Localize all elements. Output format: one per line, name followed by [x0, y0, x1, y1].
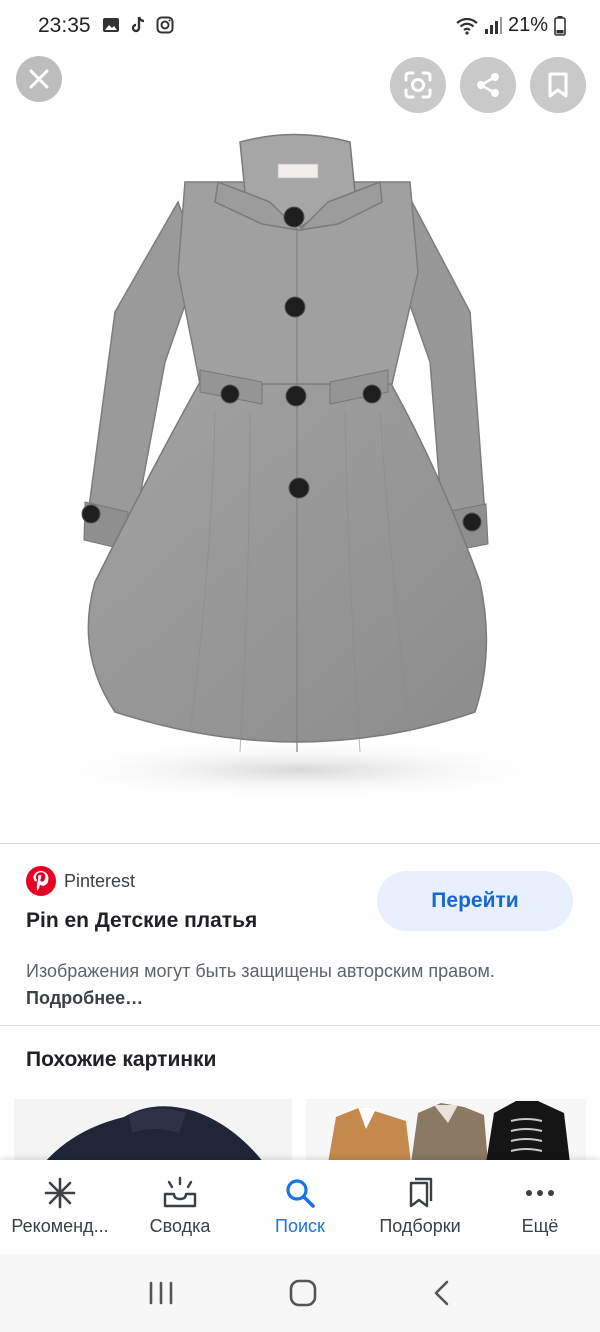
learn-more-link[interactable]: Подробнее… — [26, 988, 143, 1008]
close-icon — [29, 69, 49, 89]
status-indicators: 21% — [456, 14, 566, 37]
more-icon — [526, 1190, 554, 1196]
source-row[interactable]: Pinterest — [26, 866, 135, 896]
lens-button[interactable] — [390, 57, 446, 113]
pinterest-logo-icon — [26, 866, 56, 896]
divider — [0, 843, 600, 844]
dark-coat-image — [14, 1099, 292, 1163]
nav-item-summary[interactable]: Сводка — [120, 1160, 240, 1254]
bottom-navigation: Рекоменд... Сводка Поиск Подборки Ещё — [0, 1160, 600, 1254]
notification-icons — [102, 16, 174, 34]
status-time: 23:35 — [38, 14, 91, 37]
nav-label: Ещё — [521, 1216, 559, 1236]
nav-item-recommendations[interactable]: Рекоменд... — [0, 1160, 120, 1254]
coat-image — [30, 133, 570, 800]
gallery-icon — [103, 18, 119, 32]
nav-item-more[interactable]: Ещё — [480, 1160, 600, 1254]
close-button[interactable] — [16, 56, 62, 102]
visit-button[interactable]: Перейти — [377, 871, 573, 931]
nav-label: Поиск — [275, 1216, 325, 1236]
bookmark-icon — [548, 72, 568, 98]
battery-icon — [554, 15, 566, 36]
search-icon — [286, 1179, 315, 1208]
divider — [0, 1025, 600, 1026]
wifi-icon — [456, 17, 478, 35]
signal-icon — [484, 16, 502, 34]
bookmark-button[interactable] — [530, 57, 586, 113]
collections-icon — [409, 1177, 433, 1208]
source-name: Pinterest — [64, 870, 136, 891]
nav-label: Рекоменд... — [11, 1216, 109, 1236]
copyright-text: Изображения могут быть защищены авторски… — [26, 961, 495, 981]
home-icon[interactable] — [288, 1278, 318, 1308]
tray-icon — [163, 1176, 197, 1208]
nav-label: Сводка — [149, 1216, 211, 1236]
instagram-icon — [156, 16, 174, 34]
tiktok-icon — [131, 16, 145, 33]
copyright-notice: Изображения могут быть защищены авторски… — [26, 958, 566, 1012]
back-icon[interactable] — [431, 1279, 453, 1307]
page-title[interactable]: Pin en Детские платья — [26, 909, 257, 933]
share-button[interactable] — [460, 57, 516, 113]
nav-label: Подборки — [379, 1216, 461, 1236]
battery-percent: 21% — [507, 14, 548, 36]
nav-item-collections[interactable]: Подборки — [360, 1160, 480, 1254]
lens-icon — [404, 71, 432, 99]
result-image[interactable] — [0, 112, 600, 842]
nav-item-search[interactable]: Поиск — [240, 1160, 360, 1254]
status-bar: 23:35 21% — [0, 0, 600, 54]
similar-image-thumb[interactable] — [14, 1099, 292, 1163]
recent-apps-icon[interactable] — [147, 1280, 175, 1306]
similar-images-heading: Похожие картинки — [26, 1048, 217, 1071]
asterisk-icon — [44, 1177, 76, 1209]
share-icon — [477, 73, 499, 97]
similar-image-thumb[interactable] — [306, 1099, 586, 1163]
system-navigation-bar — [0, 1254, 600, 1332]
coats-collection-image — [306, 1099, 586, 1163]
